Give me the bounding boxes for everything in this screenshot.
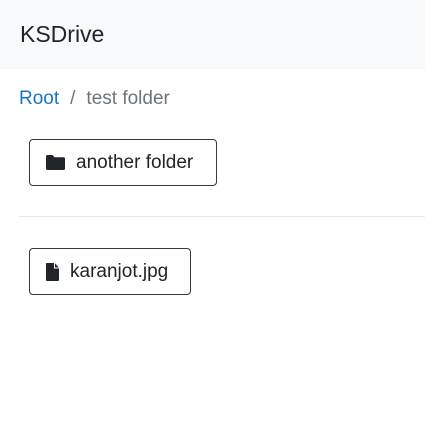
breadcrumb-root-link[interactable]: Root <box>19 88 59 110</box>
folder-name: another folder <box>76 151 194 173</box>
file-name: karanjot.jpg <box>70 260 169 282</box>
folder-icon <box>45 154 66 171</box>
section-divider <box>19 216 425 217</box>
file-icon <box>45 262 60 282</box>
navbar: KSDrive <box>0 0 425 69</box>
breadcrumb: Root / test folder <box>19 88 170 110</box>
breadcrumb-separator: / <box>70 88 76 109</box>
file-button-karanjot[interactable]: karanjot.jpg <box>29 248 191 295</box>
folder-button-another-folder[interactable]: another folder <box>29 139 217 186</box>
breadcrumb-current: test folder <box>86 88 170 109</box>
brand-link[interactable]: KSDrive <box>20 21 104 48</box>
